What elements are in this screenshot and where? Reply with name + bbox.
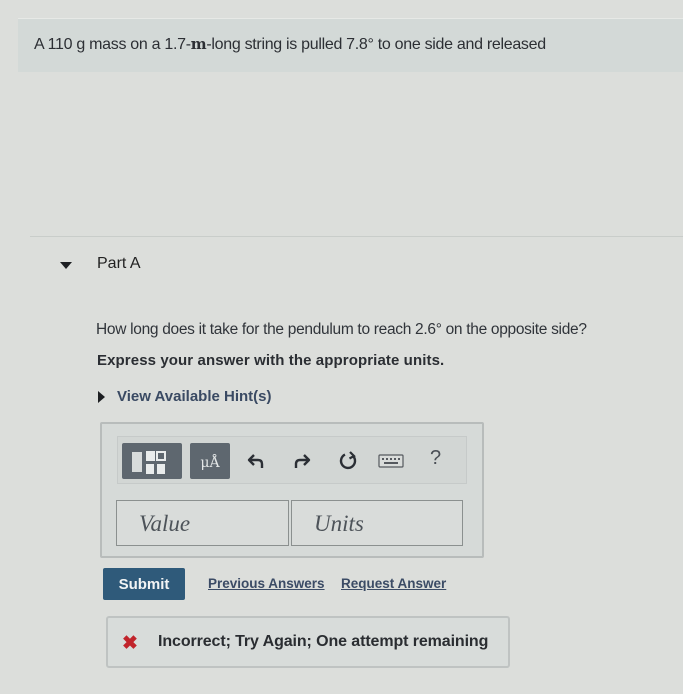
- keyboard-icon[interactable]: [378, 451, 404, 471]
- units-placeholder: Units: [314, 511, 364, 536]
- part-label: Part A: [97, 255, 141, 272]
- question-text: How long does it take for the pendulum t…: [96, 321, 587, 338]
- value-placeholder: Value: [139, 511, 191, 536]
- feedback-message: Incorrect; Try Again; One attempt remain…: [158, 633, 489, 650]
- expand-caret-icon[interactable]: [98, 391, 105, 403]
- problem-unit-meter: m: [190, 35, 207, 53]
- units-input[interactable]: Units: [291, 500, 463, 546]
- collapse-caret-icon[interactable]: [60, 262, 72, 269]
- feedback-box: ✖ Incorrect; Try Again; One attempt rema…: [106, 616, 510, 668]
- previous-answers-link[interactable]: Previous Answers: [208, 576, 325, 591]
- x-icon: ✖: [122, 633, 138, 654]
- math-toolbar: μÅ ?: [117, 436, 467, 484]
- units-button[interactable]: μÅ: [190, 443, 230, 479]
- submit-button[interactable]: Submit: [103, 568, 185, 600]
- part-divider: [30, 236, 683, 237]
- redo-icon[interactable]: [291, 451, 311, 471]
- problem-statement: A 110 g mass on a 1.7-m-long string is p…: [18, 18, 683, 72]
- reset-icon[interactable]: [338, 451, 358, 471]
- templates-icon[interactable]: [122, 443, 182, 479]
- instruction-text: Express your answer with the appropriate…: [97, 352, 445, 369]
- problem-text-part2: -long string is pulled 7.8° to one side …: [206, 36, 546, 53]
- request-answer-link[interactable]: Request Answer: [341, 576, 446, 591]
- value-input[interactable]: Value: [116, 500, 289, 546]
- undo-icon[interactable]: [247, 451, 267, 471]
- view-hints-link[interactable]: View Available Hint(s): [117, 388, 272, 405]
- problem-text-part1: A 110 g mass on a 1.7-: [34, 36, 191, 53]
- answer-panel: μÅ ? Value Units: [100, 422, 484, 558]
- problem-text: A 110 g mass on a 1.7-m-long string is p…: [34, 35, 546, 54]
- help-icon[interactable]: ?: [430, 447, 441, 470]
